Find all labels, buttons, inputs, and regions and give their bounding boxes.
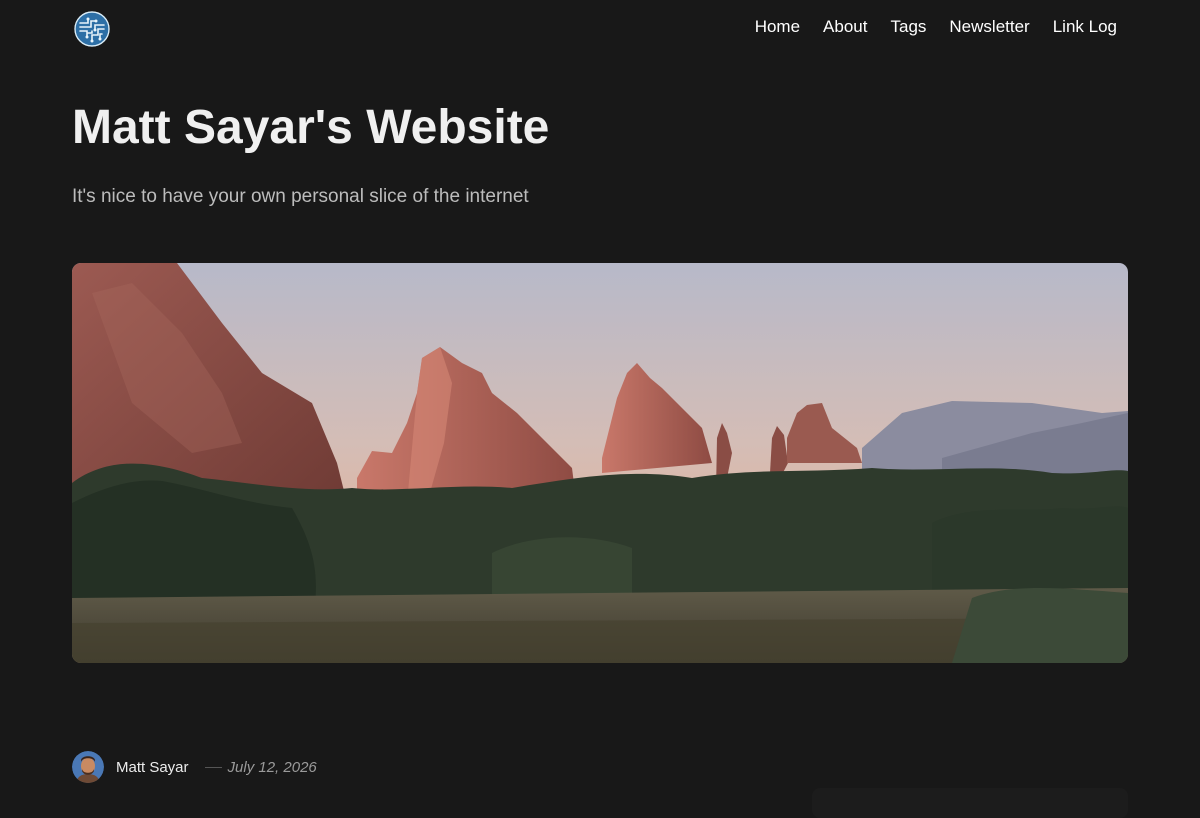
nav-link-log-link[interactable]: Link Log [1053, 17, 1117, 37]
nav-newsletter-link[interactable]: Newsletter [949, 17, 1029, 37]
circuit-logo-icon[interactable] [74, 11, 110, 47]
site-title: Matt Sayar's Website [72, 101, 550, 154]
site-header: Home About Tags Newsletter Link Log [0, 0, 1200, 56]
post-date: July 12, 2026 [227, 758, 317, 776]
site-tagline: It's nice to have your own personal slic… [72, 186, 529, 207]
main-nav: Home About Tags Newsletter Link Log [732, 17, 1117, 37]
author-name[interactable]: Matt Sayar [116, 759, 189, 776]
author-avatar[interactable] [72, 751, 104, 783]
nav-home-link[interactable]: Home [755, 17, 800, 37]
hero-landscape-image [72, 263, 1128, 663]
byline-separator [204, 766, 222, 768]
nav-tags-link[interactable]: Tags [890, 17, 926, 37]
nav-about-link[interactable]: About [823, 17, 867, 37]
sidebar-card [812, 788, 1128, 818]
post-byline: Matt Sayar July 12, 2026 [72, 751, 317, 783]
